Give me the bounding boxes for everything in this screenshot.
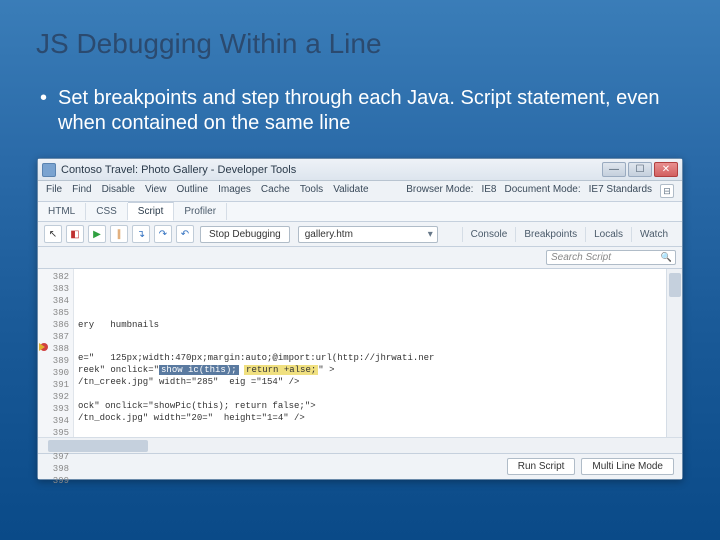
menu-tools[interactable]: Tools	[300, 184, 323, 198]
line-num: 386	[40, 319, 69, 331]
close-button[interactable]: ✕	[654, 162, 678, 177]
pause-icon[interactable]: ∥	[110, 225, 128, 243]
menu-outline[interactable]: Outline	[176, 184, 208, 198]
scroll-thumb[interactable]	[48, 440, 148, 452]
search-input[interactable]: Search Script	[546, 250, 676, 265]
footer-bar: Run Script Multi Line Mode	[38, 453, 682, 479]
menu-disable[interactable]: Disable	[102, 184, 135, 198]
line-gutter[interactable]: 382 383 384 385 386 387 388 389 390 391 …	[38, 269, 74, 437]
menu-find[interactable]: Find	[72, 184, 91, 198]
line-num: 384	[40, 295, 69, 307]
search-row: Search Script	[38, 247, 682, 269]
step-out-icon[interactable]: ↶	[176, 225, 194, 243]
run-script-button[interactable]: Run Script	[507, 458, 576, 475]
select-element-icon[interactable]: ↖	[44, 225, 62, 243]
line-num: 390	[40, 367, 69, 379]
line-num: 392	[40, 391, 69, 403]
code-content[interactable]: ery humbnails e=" 125px;width:470px;marg…	[74, 269, 666, 437]
devtools-window: Contoso Travel: Photo Gallery - Develope…	[37, 158, 683, 480]
slide-bullet: Set breakpoints and step through each Ja…	[36, 86, 684, 136]
code-area: 382 383 384 385 386 387 388 389 390 391 …	[38, 269, 682, 437]
menu-bar: File Find Disable View Outline Images Ca…	[38, 181, 682, 202]
multiline-button[interactable]: Multi Line Mode	[581, 458, 674, 475]
step-into-icon[interactable]: ↴	[132, 225, 150, 243]
menu-file[interactable]: File	[46, 184, 62, 198]
main-tabs: HTML CSS Script Profiler	[38, 202, 682, 222]
line-num: 393	[40, 403, 69, 415]
browser-mode-label: Browser Mode:	[406, 184, 473, 198]
vertical-scrollbar[interactable]	[666, 269, 682, 437]
slide-title: JS Debugging Within a Line	[36, 28, 684, 60]
browser-mode-value[interactable]: IE8	[481, 184, 496, 198]
doc-mode-label: Document Mode:	[504, 184, 580, 198]
file-dropdown[interactable]: gallery.htm	[298, 226, 438, 243]
tab-script[interactable]: Script	[128, 202, 175, 221]
current-line-arrow-icon	[39, 343, 45, 351]
app-icon	[42, 163, 56, 177]
horizontal-scrollbar[interactable]	[38, 438, 682, 453]
rtab-console[interactable]: Console	[462, 227, 516, 242]
line-num: 391	[40, 379, 69, 391]
line-num: 398	[40, 463, 69, 475]
window-title: Contoso Travel: Photo Gallery - Develope…	[61, 164, 602, 176]
line-num: 399	[40, 475, 69, 487]
doc-mode-value[interactable]: IE7 Standards	[589, 184, 652, 198]
minimize-button[interactable]: —	[602, 162, 626, 177]
menu-view[interactable]: View	[145, 184, 167, 198]
scroll-thumb[interactable]	[669, 273, 681, 297]
tab-html[interactable]: HTML	[38, 203, 86, 220]
line-num: 385	[40, 307, 69, 319]
step-over-icon[interactable]: ↷	[154, 225, 172, 243]
tab-profiler[interactable]: Profiler	[174, 203, 227, 220]
menu-validate[interactable]: Validate	[333, 184, 368, 198]
break-icon[interactable]: ◧	[66, 225, 84, 243]
tab-css[interactable]: CSS	[86, 203, 128, 220]
line-num: 387	[40, 331, 69, 343]
rtab-watch[interactable]: Watch	[631, 227, 676, 242]
menu-cache[interactable]: Cache	[261, 184, 290, 198]
continue-icon[interactable]: ▶	[88, 225, 106, 243]
window-titlebar: Contoso Travel: Photo Gallery - Develope…	[38, 159, 682, 181]
stop-debugging-button[interactable]: Stop Debugging	[200, 226, 290, 243]
rtab-breakpoints[interactable]: Breakpoints	[515, 227, 585, 242]
menu-images[interactable]: Images	[218, 184, 251, 198]
maximize-button[interactable]: ☐	[628, 162, 652, 177]
line-num: 382	[40, 271, 69, 283]
line-num: 383	[40, 283, 69, 295]
line-num: 394	[40, 415, 69, 427]
rtab-locals[interactable]: Locals	[585, 227, 631, 242]
line-num: 389	[40, 355, 69, 367]
unpin-icon[interactable]: ⊟	[660, 184, 674, 198]
debug-toolbar: ↖ ◧ ▶ ∥ ↴ ↷ ↶ Stop Debugging gallery.htm…	[38, 222, 682, 247]
